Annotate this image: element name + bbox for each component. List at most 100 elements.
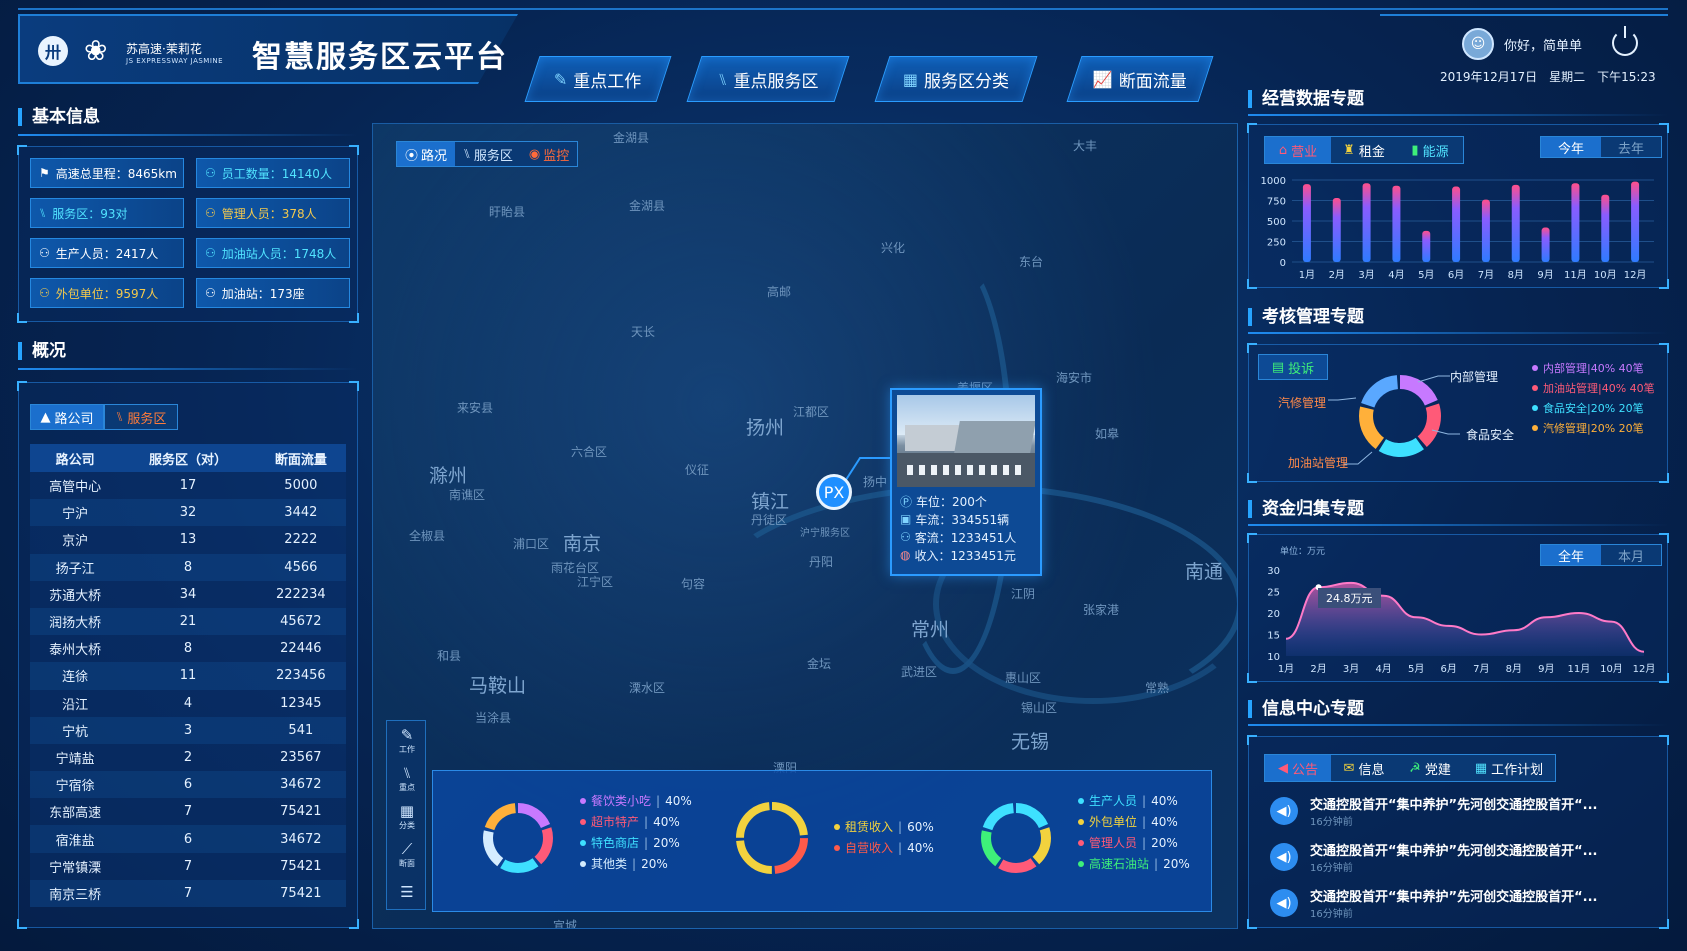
bar[interactable]	[1601, 194, 1610, 262]
table-row[interactable]: 东部高速 7 75421	[30, 798, 346, 826]
operations-tabs: ⌂ 营业 ♜ 租金 ▮ 能源	[1264, 136, 1464, 164]
nav-service-area-category[interactable]: ▦ 服务区分类	[874, 56, 1038, 102]
tool-key[interactable]: ⑊ 重点	[387, 759, 427, 797]
bar[interactable]	[1511, 184, 1520, 262]
legend-item: 食品安全|20% 20笔	[1532, 398, 1655, 418]
y-tick-label: 500	[1267, 217, 1286, 228]
table-row[interactable]: 扬子江 8 4566	[30, 553, 346, 581]
table-cell: 34	[120, 580, 256, 608]
camera-icon: ◉	[528, 146, 541, 162]
table-row[interactable]: 泰州大桥 8 22446	[30, 635, 346, 663]
table-cell: 541	[255, 716, 346, 744]
bar[interactable]	[1541, 227, 1550, 262]
tool-work[interactable]: ✎ 工作	[387, 721, 427, 759]
table-cell: 7	[120, 852, 256, 880]
tab-business[interactable]: ⌂ 营业	[1265, 137, 1331, 163]
x-tick-label: 3月	[1343, 663, 1359, 675]
bar[interactable]	[1302, 184, 1311, 262]
bar[interactable]	[1481, 199, 1490, 262]
bar[interactable]	[1422, 230, 1431, 262]
table-row[interactable]: 南京三桥 7 75421	[30, 879, 346, 907]
info-card-gas-stations: ⚇ 加油站：173座	[196, 278, 350, 308]
bar[interactable]	[1631, 181, 1640, 262]
bar[interactable]	[1362, 183, 1371, 262]
tab-party-building[interactable]: ☭ 党建	[1397, 755, 1463, 781]
bar[interactable]	[1332, 198, 1341, 262]
table-cell: 75421	[255, 798, 346, 826]
table-row[interactable]: 宁杭 3 541	[30, 716, 346, 744]
tool-category[interactable]: ▦ 分类	[387, 797, 427, 835]
nav-key-work[interactable]: ✎ 重点工作	[524, 56, 672, 102]
funds-unit: 单位：万元	[1280, 547, 1326, 557]
line-chart-icon: 📈	[1093, 69, 1113, 89]
info-center-tabs: ◀ 公告 ✉ 信息 ☭ 党建 ▦ 工作计划	[1264, 754, 1556, 782]
bar[interactable]	[1392, 185, 1401, 262]
people-icon: ⚇	[205, 246, 216, 260]
map-place-label: 高邮	[767, 285, 792, 299]
assessment-label-gas: 加油站管理	[1288, 456, 1349, 470]
service-area-popup[interactable]: Ⓟ 车位：200个 ▣ 车流：334551辆 ⚇ 客流：1233451人 ◍ 收入：12…	[890, 388, 1042, 576]
table-row[interactable]: 高管中心 17 5000	[30, 472, 346, 500]
user-avatar[interactable]: ☺	[1462, 28, 1494, 60]
pen-icon: ✎	[554, 69, 568, 89]
tool-menu[interactable]: ☰	[387, 873, 427, 911]
tab-service-area[interactable]: ⑊ 服务区	[104, 404, 178, 430]
toggle-last-year[interactable]: 去年	[1601, 137, 1661, 157]
news-item[interactable]: ◀) 交通控股首开“集中养护”先河创交通控股首开“... 16分钟前	[1252, 788, 1662, 834]
table-cell: 34672	[255, 825, 346, 853]
table-row[interactable]: 宁宿徐 6 34672	[30, 771, 346, 799]
map-place-label: 丹徒区	[751, 513, 788, 527]
x-tick-label: 5月	[1408, 663, 1424, 675]
map-place-label: 六合区	[571, 445, 608, 459]
table-row[interactable]: 宁沪 32 3442	[30, 499, 346, 527]
map-tab-monitor[interactable]: ◉ 监控	[520, 142, 578, 166]
map-place-label: 扬州	[746, 417, 785, 439]
assessment-label-food: 食品安全	[1466, 428, 1515, 442]
tab-rent[interactable]: ♜ 租金	[1331, 137, 1397, 163]
table-row[interactable]: 宁常镇溧 7 75421	[30, 852, 346, 880]
tab-road-company[interactable]: ▲ 路公司	[30, 404, 104, 430]
table-row[interactable]: 宿淮盐 6 34672	[30, 825, 346, 853]
tab-information[interactable]: ✉ 信息	[1331, 755, 1397, 781]
nav-section-flow[interactable]: 📈 断面流量	[1066, 56, 1214, 102]
map-tab-service-area[interactable]: ⑊ 服务区	[455, 142, 521, 166]
tab-work-plan[interactable]: ▦ 工作计划	[1463, 755, 1555, 781]
bar[interactable]	[1571, 183, 1580, 262]
table-cell: 12345	[255, 689, 346, 717]
table-row[interactable]: 连徐 11 223456	[30, 662, 346, 690]
news-item[interactable]: ◀) 交通控股首开“集中养护”先河创交通控股首开“... 16分钟前	[1252, 880, 1662, 926]
popup-row-parking: Ⓟ 车位：200个	[900, 494, 987, 509]
table-row[interactable]: 沿江 4 12345	[30, 689, 346, 717]
legend-dot-icon	[1078, 797, 1084, 804]
nav-key-service-area[interactable]: ⑊ 重点服务区	[686, 56, 850, 102]
toggle-this-year[interactable]: 今年	[1541, 137, 1601, 157]
x-tick-label: 1月	[1299, 269, 1315, 281]
power-icon[interactable]	[1612, 26, 1638, 56]
table-row[interactable]: 宁靖盐 2 23567	[30, 743, 346, 772]
tab-announcement[interactable]: ◀ 公告	[1265, 755, 1331, 781]
people-icon: ⚇	[39, 246, 50, 260]
table-cell: 223456	[255, 662, 346, 690]
service-area-pin[interactable]: PX	[816, 474, 852, 510]
x-tick-label: 4月	[1388, 269, 1404, 281]
table-row[interactable]: 京沪 13 2222	[30, 526, 346, 554]
table-row[interactable]: 苏通大桥 34 222234	[30, 580, 346, 608]
tab-energy[interactable]: ▮ 能源	[1397, 137, 1463, 163]
legend-dot-icon	[1078, 818, 1084, 825]
tool-section[interactable]: ⟋ 断面	[387, 835, 427, 873]
y-tick-label: 0	[1280, 258, 1286, 269]
overview-table: 路公司 服务区（对） 断面流量 高管中心 17 5000 宁沪 32 3442 京沪 13 22…	[30, 444, 346, 907]
map-place-label: 盱眙县	[489, 205, 526, 219]
fork-knife-icon: ⑊	[115, 409, 124, 425]
table-row[interactable]: 润扬大桥 21 45672	[30, 607, 346, 636]
y-tick-label: 1000	[1261, 176, 1286, 187]
bar[interactable]	[1452, 186, 1461, 262]
legend-item: 管理人员 | 20%	[1078, 832, 1190, 853]
news-item[interactable]: ◀) 交通控股首开“集中养护”先河创交通控股首开“... 16分钟前	[1252, 834, 1662, 880]
assessment-legend: 内部管理|40% 40笔 加油站管理|40% 40笔 食品安全|20% 20笔 汽修管…	[1532, 358, 1655, 438]
x-tick-label: 12月	[1624, 269, 1647, 281]
map-tab-traffic[interactable]: ⦿ 路况	[397, 142, 456, 166]
info-card-mileage: ⚑ 高速总里程：8465km	[30, 158, 184, 188]
x-tick-label: 8月	[1506, 663, 1522, 675]
x-tick-label: 11月	[1564, 269, 1587, 281]
